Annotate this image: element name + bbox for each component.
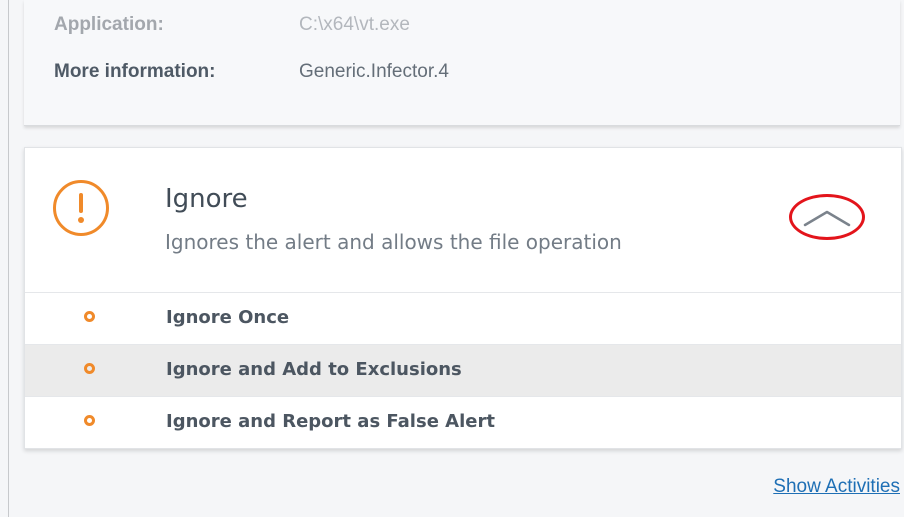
option-label: Ignore Once (166, 307, 290, 328)
bullet-icon (84, 415, 95, 426)
option-ignore-add-exclusions[interactable]: Ignore and Add to Exclusions (25, 344, 901, 396)
option-label: Ignore and Report as False Alert (166, 411, 495, 432)
application-value: C:\x64\vt.exe (299, 14, 410, 35)
more-info-value: Generic.Infector.4 (299, 61, 449, 82)
window-left-border (8, 0, 9, 517)
chevron-up-icon (803, 210, 851, 227)
ignore-options-list: Ignore Once Ignore and Add to Exclusions… (25, 292, 901, 448)
exclamation-circle-icon (53, 180, 109, 236)
ignore-description: Ignores the alert and allows the file op… (165, 230, 622, 254)
collapse-button[interactable] (789, 194, 865, 240)
application-label: Application: (54, 14, 164, 35)
ignore-option-card: Ignore Ignores the alert and allows the … (24, 147, 902, 449)
bullet-icon (84, 311, 95, 322)
more-info-label: More information: (54, 61, 216, 82)
option-ignore-once[interactable]: Ignore Once (25, 292, 901, 344)
show-activities-link[interactable]: Show Activities (773, 476, 900, 498)
threat-info-card: Application: C:\x64\vt.exe More informat… (24, 0, 900, 126)
bullet-icon (84, 363, 95, 374)
ignore-header[interactable]: Ignore Ignores the alert and allows the … (25, 148, 901, 293)
option-ignore-report-false-alert[interactable]: Ignore and Report as False Alert (25, 396, 901, 448)
option-label: Ignore and Add to Exclusions (166, 359, 462, 380)
ignore-title: Ignore (165, 184, 248, 214)
